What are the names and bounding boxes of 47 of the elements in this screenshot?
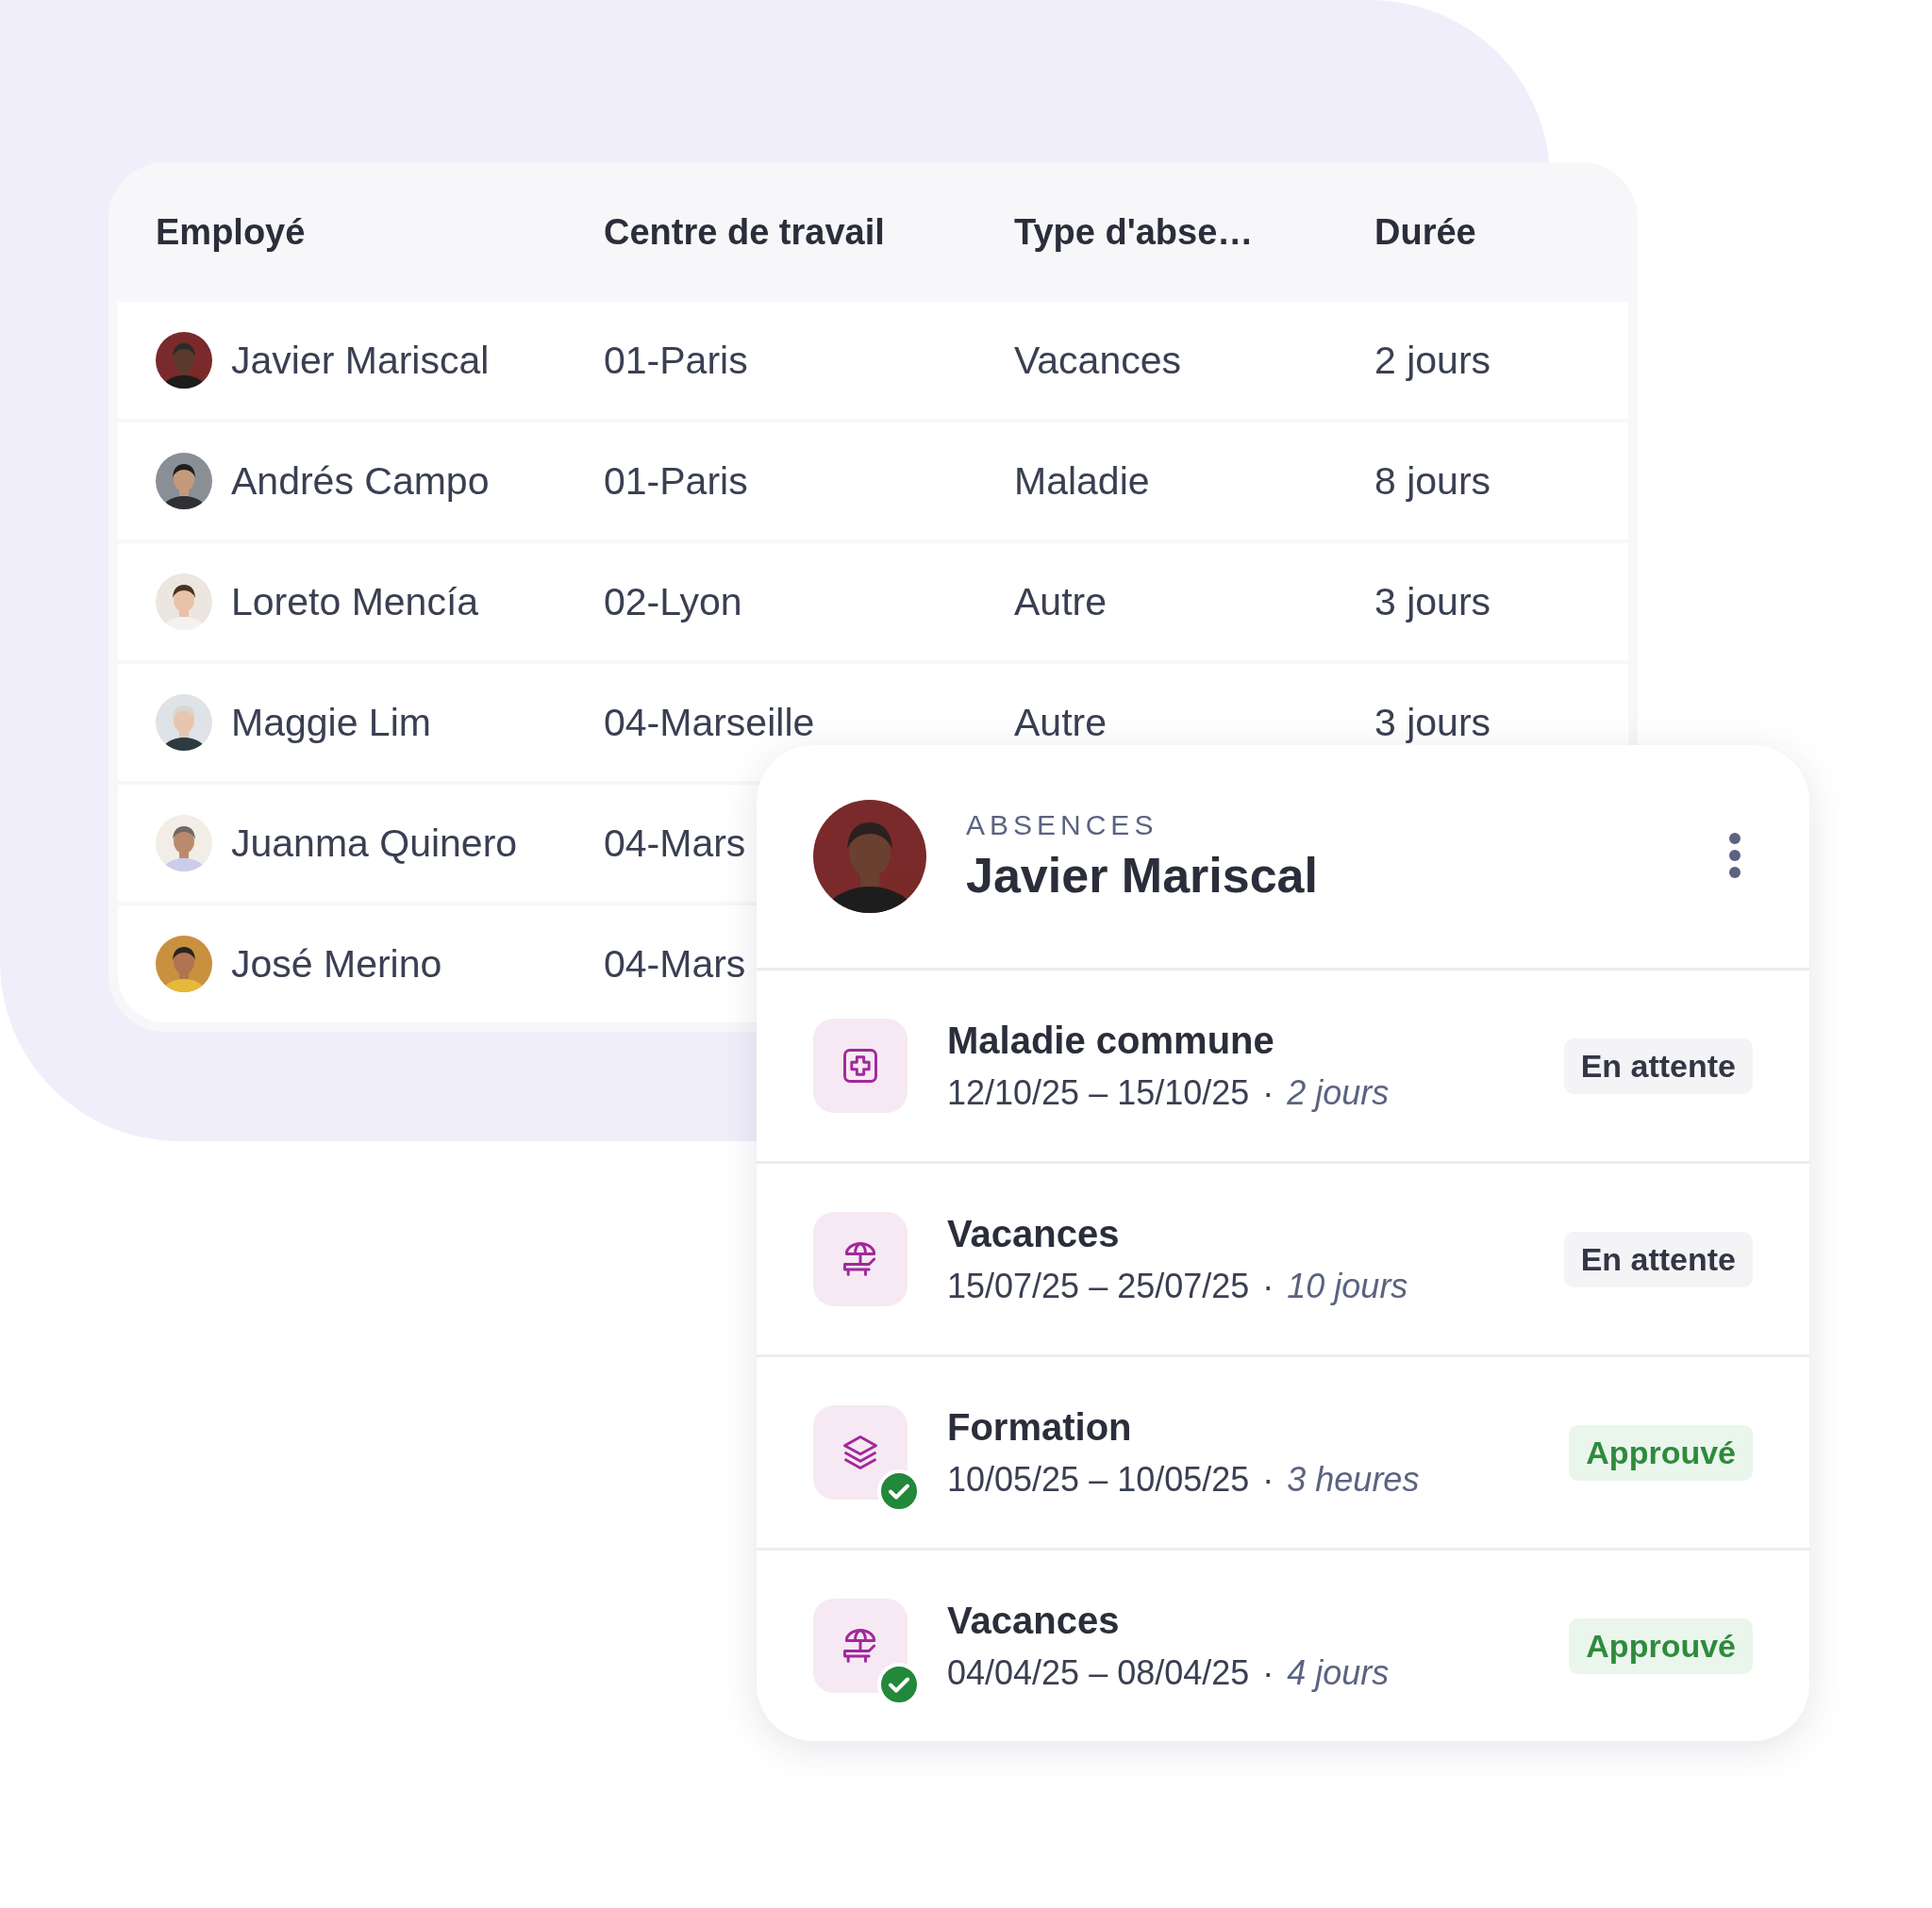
separator-dot: · xyxy=(1262,1266,1274,1306)
table-cell: 2 jours xyxy=(1374,338,1491,382)
duration: 10 jours xyxy=(1287,1266,1408,1306)
column-header: Centre de travail xyxy=(604,211,886,253)
table-cell: 01-Paris xyxy=(604,338,748,382)
column-header: Type d'abse… xyxy=(1014,211,1255,253)
status-badge: En attente xyxy=(1563,1231,1753,1287)
column-header: Durée xyxy=(1374,211,1477,253)
separator-dot: · xyxy=(1262,1072,1274,1113)
table-cell: 3 jours xyxy=(1374,700,1491,744)
column-header: Employé xyxy=(156,211,307,253)
table-cell: Maladie xyxy=(1014,458,1150,503)
separator-dot: · xyxy=(1262,1652,1274,1693)
separator-dot: · xyxy=(1262,1459,1274,1500)
absence-title: Vacances xyxy=(947,1212,1120,1255)
duration: 4 jours xyxy=(1287,1652,1390,1693)
table-cell: Vacances xyxy=(1014,338,1181,382)
table-cell: Autre xyxy=(1014,700,1107,744)
absence-title: Maladie commune xyxy=(947,1019,1274,1062)
status-badge: Approuvé xyxy=(1569,1424,1753,1481)
table-cell: 8 jours xyxy=(1374,458,1491,503)
date-range: 04/04/25 – 08/04/25 xyxy=(947,1652,1250,1693)
table-cell: 3 jours xyxy=(1374,579,1491,623)
employee-name: Javier Mariscal xyxy=(966,847,1318,904)
date-range: 10/05/25 – 10/05/25 xyxy=(947,1459,1250,1500)
table-cell: Andrés Campo xyxy=(231,458,490,504)
table-cell: 01-Paris xyxy=(604,458,748,503)
absence-title: Formation xyxy=(947,1405,1132,1449)
table-cell: Javier Mariscal xyxy=(231,338,490,383)
table-cell: Maggie Lim xyxy=(231,700,431,745)
table-cell: 04-Mars xyxy=(604,941,746,986)
date-range: 12/10/25 – 15/10/25 xyxy=(947,1072,1250,1113)
table-cell: José Merino xyxy=(231,941,442,987)
table-cell: Juanma Quinero xyxy=(231,821,518,866)
more-options-icon[interactable] xyxy=(1728,832,1741,879)
absence-title: Vacances xyxy=(947,1599,1120,1642)
table-cell: 04-Mars xyxy=(604,821,746,865)
duration: 3 heures xyxy=(1287,1459,1420,1500)
duration: 2 jours xyxy=(1287,1072,1390,1113)
table-cell: Loreto Mencía xyxy=(231,579,479,624)
date-range: 15/07/25 – 25/07/25 xyxy=(947,1266,1250,1306)
status-badge: En attente xyxy=(1563,1037,1753,1094)
table-cell: Autre xyxy=(1014,579,1107,623)
status-badge: Approuvé xyxy=(1569,1618,1753,1674)
table-cell: 04-Marseille xyxy=(604,700,815,744)
table-cell: 02-Lyon xyxy=(604,579,742,623)
section-label: ABSENCES xyxy=(966,809,1158,841)
